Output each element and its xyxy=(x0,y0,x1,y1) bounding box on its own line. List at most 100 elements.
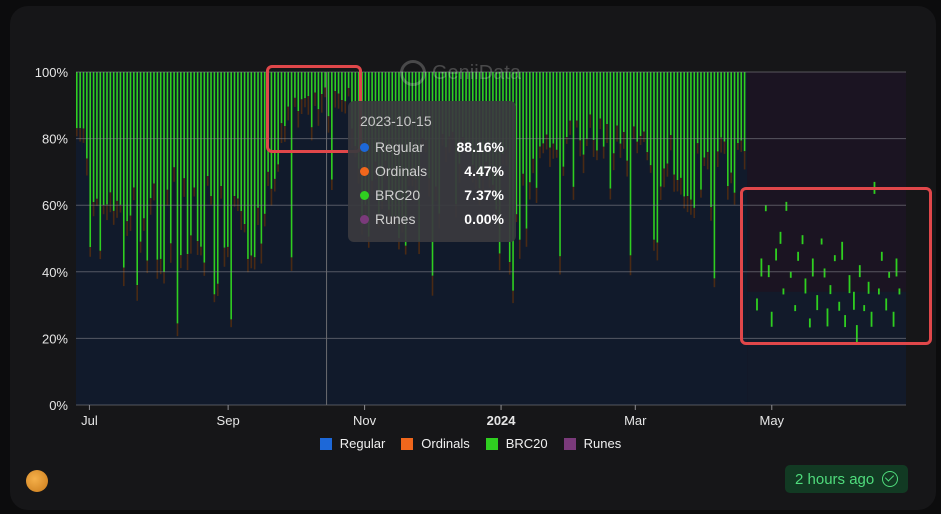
brc20-bar xyxy=(622,72,625,133)
y-tick-label: 60% xyxy=(42,198,68,213)
ordinals-bar xyxy=(730,172,732,184)
brc20-bar xyxy=(250,72,253,256)
tooltip-value: 7.37% xyxy=(464,187,504,203)
ordinals-bar xyxy=(270,188,273,206)
brc20-bar xyxy=(716,72,719,152)
avatar[interactable] xyxy=(26,470,48,492)
ordinals-bar xyxy=(669,135,672,151)
brc20-bar xyxy=(257,72,259,208)
ordinals-bar xyxy=(713,278,716,288)
brc20-bar xyxy=(213,72,216,295)
brc20-bar xyxy=(139,72,142,242)
runes-dot-icon xyxy=(360,214,369,224)
ordinals-bar xyxy=(700,189,702,198)
tooltip-label: Regular xyxy=(375,139,425,155)
ordinals-bar xyxy=(163,272,165,284)
legend-item-regular[interactable]: Regular xyxy=(319,436,386,451)
ordinals-bar xyxy=(690,199,692,215)
brc20-bar xyxy=(260,72,263,244)
brc20-bar xyxy=(82,72,85,129)
ordinals-bar xyxy=(633,126,635,139)
brc20-bar xyxy=(696,72,699,144)
brc20-bar xyxy=(676,72,679,181)
ordinals-bar xyxy=(529,182,531,200)
brc20-bar xyxy=(180,72,182,256)
brc20-bar xyxy=(559,72,561,257)
ordinals-bar xyxy=(602,146,605,159)
ordinals-bar xyxy=(592,140,595,157)
legend-item-ordinals[interactable]: Ordinals xyxy=(401,436,470,451)
brc20-bar xyxy=(143,72,145,219)
ordinals-bar xyxy=(545,134,548,150)
ordinals-bar xyxy=(169,243,172,263)
legend-item-brc20[interactable]: BRC20 xyxy=(485,436,548,451)
brc20-bar xyxy=(200,72,202,247)
brc20-bar xyxy=(656,72,659,243)
ordinals-bar xyxy=(79,128,81,142)
brc20-bar xyxy=(693,72,696,208)
ordinals-bar xyxy=(76,128,78,137)
ordinals-bar xyxy=(203,262,206,276)
ordinals-bar xyxy=(586,139,588,147)
brc20-bar xyxy=(592,72,595,141)
ordinals-bar xyxy=(696,143,699,154)
brc20-bar xyxy=(240,72,243,212)
ordinals-bar xyxy=(89,247,92,257)
ordinals-bar xyxy=(676,180,679,192)
brc20-bar xyxy=(163,72,165,273)
y-tick-label: 20% xyxy=(42,331,68,346)
ordinals-bar xyxy=(186,254,189,271)
ordinals-bar xyxy=(743,151,746,170)
brc20-bar xyxy=(737,72,739,144)
ordinals-bar xyxy=(673,174,675,192)
brc20-bar xyxy=(539,72,541,147)
ordinals-bar xyxy=(253,257,256,270)
ordinals-bar xyxy=(136,285,139,301)
ordinals-bar xyxy=(193,187,196,197)
chart-legend: Regular Ordinals BRC20 Runes xyxy=(0,436,941,451)
ordinals-bar xyxy=(552,143,555,159)
ordinals-bar xyxy=(518,239,521,259)
brc20-bar xyxy=(535,72,538,188)
brc20-bar xyxy=(700,72,702,190)
tooltip-row-regular: Regular 88.16% xyxy=(360,135,504,159)
ordinals-bar xyxy=(532,158,534,174)
brc20-bar xyxy=(572,72,575,187)
ordinals-bar xyxy=(720,137,722,153)
ordinals-bar xyxy=(227,246,229,258)
brc20-bar xyxy=(156,72,159,260)
watermark-text: GeniiData xyxy=(432,61,521,84)
ordinals-bar xyxy=(260,243,263,264)
brc20-bar xyxy=(703,72,706,158)
brc20-bar xyxy=(176,72,179,324)
brc20-bar xyxy=(565,72,568,138)
brc20-bar xyxy=(126,72,128,222)
ordinals-bar xyxy=(277,164,279,172)
legend-label: Regular xyxy=(339,436,386,451)
brc20-bar xyxy=(196,72,199,242)
brc20-bar xyxy=(545,72,548,135)
ordinals-swatch-icon xyxy=(401,437,414,450)
brc20-bar xyxy=(190,72,192,236)
ordinals-bar xyxy=(149,198,152,215)
ordinals-bar xyxy=(173,167,175,182)
ordinals-bar xyxy=(273,178,276,192)
brc20-bar xyxy=(569,72,571,121)
ordinals-bar xyxy=(431,275,434,296)
brc20-bar xyxy=(643,72,645,132)
ordinals-bar xyxy=(230,319,232,328)
ordinals-bar xyxy=(143,218,145,231)
ordinals-bar xyxy=(404,245,407,255)
ordinals-bar xyxy=(196,241,199,255)
ordinals-bar xyxy=(525,228,528,247)
ordinals-bar xyxy=(596,150,598,161)
brc20-bar xyxy=(649,72,652,166)
legend-item-runes[interactable]: Runes xyxy=(563,436,621,451)
ordinals-bar xyxy=(535,187,538,203)
ordinals-bar xyxy=(133,187,135,201)
regular-swatch-icon xyxy=(319,437,332,450)
brc20-bar xyxy=(532,72,534,159)
ordinals-bar xyxy=(706,151,709,170)
ordinals-bar xyxy=(153,183,155,201)
ordinals-bar xyxy=(82,128,85,143)
